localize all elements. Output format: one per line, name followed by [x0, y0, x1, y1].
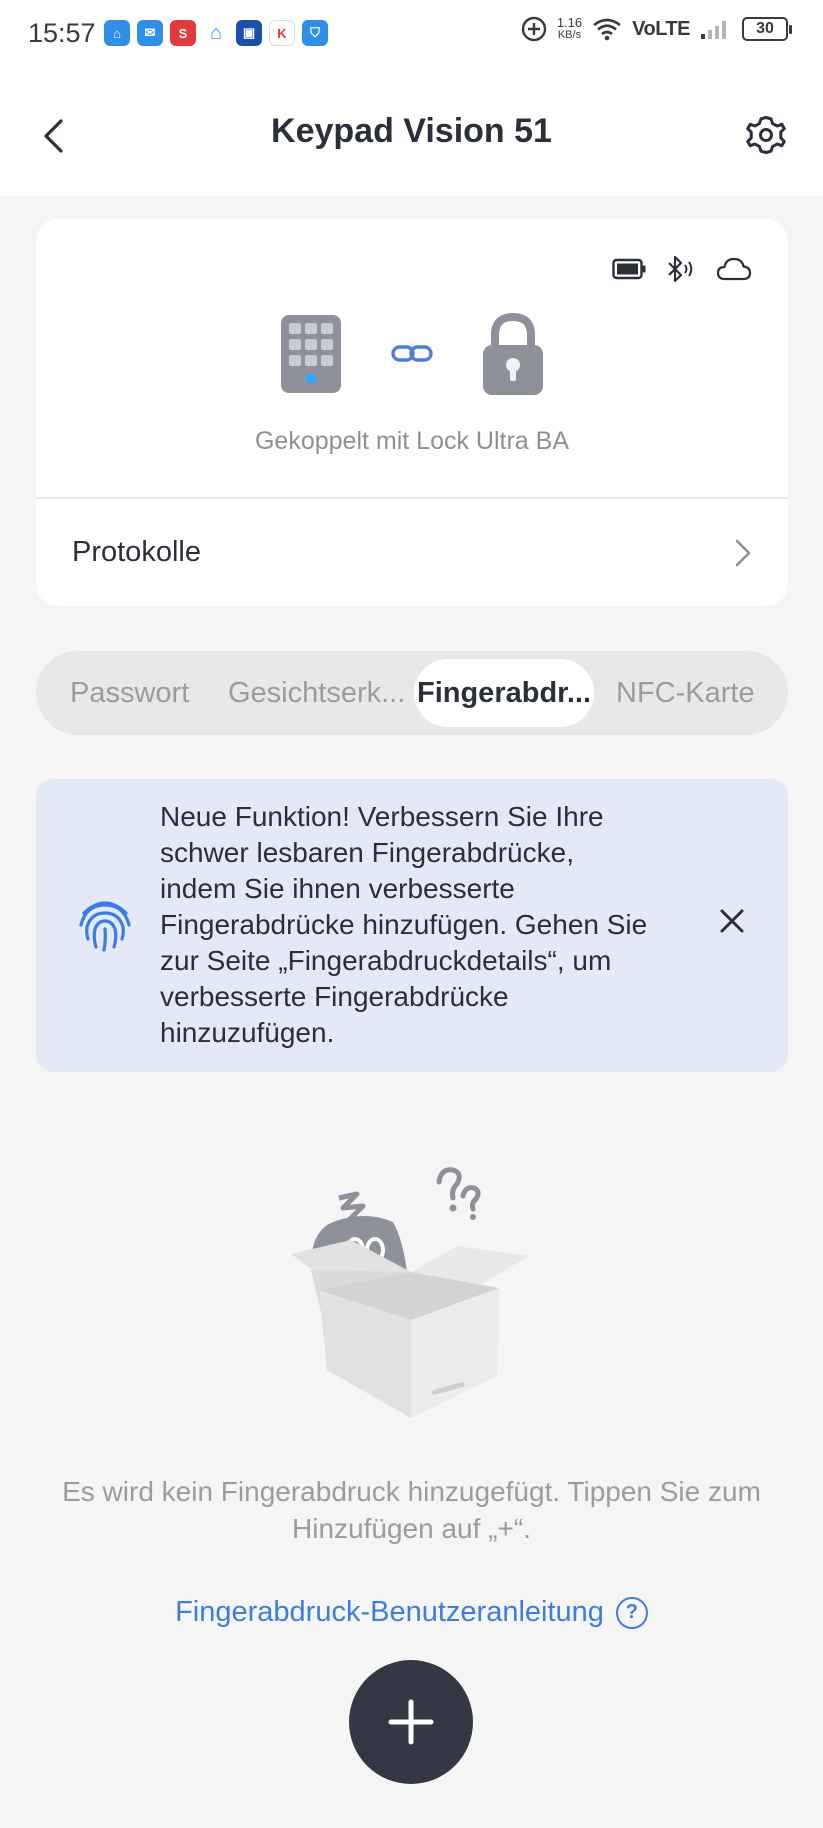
mail-app-icon: ✉	[137, 20, 163, 46]
bluetooth-icon	[668, 255, 693, 283]
gear-icon	[746, 116, 786, 154]
pairing-illustration	[36, 311, 788, 397]
tab-face-recognition[interactable]: Gesichtserk...	[228, 659, 405, 727]
tab-fingerprint[interactable]: Fingerabdr...	[414, 659, 594, 727]
battery-indicator: 30	[742, 17, 792, 41]
page-title: Keypad Vision 51	[271, 112, 552, 150]
status-indicators: 1.16 KB/s VoLTE 30	[521, 15, 792, 42]
signal-icon	[701, 21, 726, 39]
add-fingerprint-button[interactable]	[349, 1660, 473, 1784]
tab-password[interactable]: Passwort	[70, 659, 189, 727]
wifi-icon	[593, 18, 621, 41]
logs-label: Protokolle	[72, 536, 201, 568]
keypad-icon	[281, 315, 341, 393]
network-speed: 1.16 KB/s	[556, 15, 583, 41]
close-icon	[720, 909, 744, 933]
notification-icons: ⌂ ✉ S ⌂ ▣ K ⛉	[104, 20, 328, 46]
settings-button[interactable]	[743, 112, 789, 158]
volte-indicator: VoLTE	[632, 17, 690, 40]
help-question-icon: ?	[615, 1596, 648, 1629]
empty-box-illustration	[291, 1167, 529, 1418]
home-app-icon: ⌂	[104, 20, 130, 46]
security-app-icon: ⛉	[302, 20, 328, 46]
link-icon	[391, 345, 433, 362]
battery-full-icon	[612, 258, 646, 280]
paired-status-text: Gekoppelt mit Lock Ultra BA	[254, 427, 569, 455]
banner-close-button[interactable]	[714, 903, 750, 939]
device-status-icons	[612, 255, 752, 283]
logs-row[interactable]: Protokolle	[36, 499, 788, 606]
chevron-right-icon	[735, 539, 751, 566]
fingerprint-guide-link[interactable]: Fingerabdruck-Benutzeranleitung ?	[0, 1596, 823, 1629]
guide-link-label: Fingerabdruck-Benutzeranleitung	[175, 1596, 604, 1628]
fingerprint-icon	[79, 901, 131, 952]
banner-message: Neue Funktion! Verbessern Sie Ihre schwe…	[160, 801, 648, 1048]
camera-app-icon: ▣	[236, 20, 262, 46]
lock-icon	[483, 312, 543, 395]
s-app-icon: S	[170, 20, 196, 46]
empty-state-message: Es wird kein Fingerabdruck hinzugefügt. …	[62, 1476, 761, 1544]
cloud-icon	[716, 257, 752, 281]
plus-icon	[388, 1699, 434, 1745]
credential-tabs: Passwort Gesichtserk... Fingerabdr... NF…	[36, 651, 788, 735]
tab-nfc-card[interactable]: NFC-Karte	[616, 659, 755, 727]
status-time: 15:57	[28, 18, 96, 48]
smart-home-app-icon: ⌂	[203, 20, 229, 46]
data-saver-icon	[521, 16, 547, 42]
device-card: Gekoppelt mit Lock Ultra BA Protokolle	[36, 219, 788, 606]
k-app-icon: K	[269, 20, 295, 46]
new-feature-banner: Neue Funktion! Verbessern Sie Ihre schwe…	[36, 779, 788, 1072]
status-bar: 15:57 ⌂ ✉ S ⌂ ▣ K ⛉ 1.16 KB/s VoLTE 30	[0, 0, 823, 68]
